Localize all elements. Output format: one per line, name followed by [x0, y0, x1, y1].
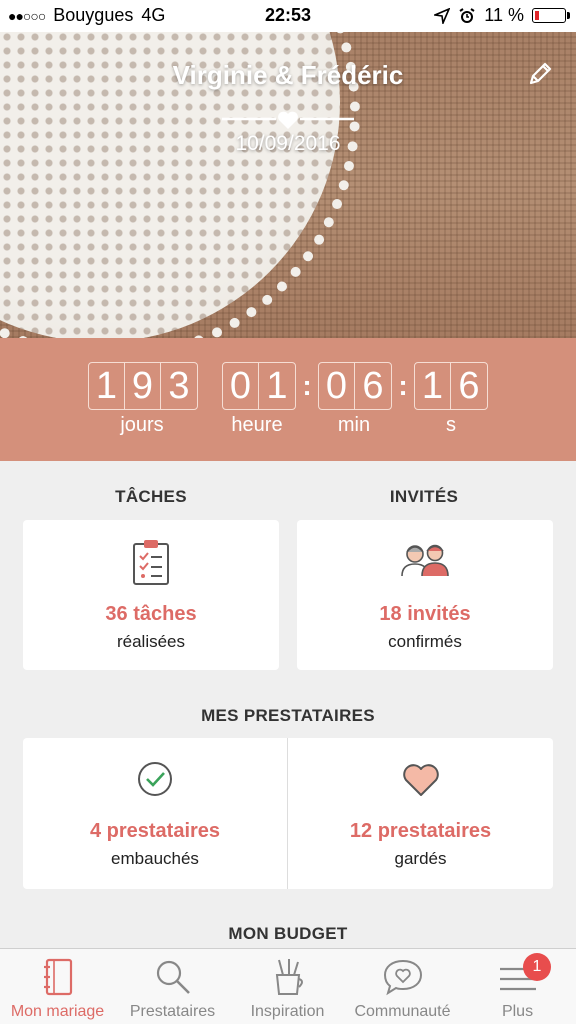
heart-icon: [402, 764, 439, 796]
digit: 6: [362, 364, 384, 407]
battery-percent: 11 %: [484, 5, 524, 25]
label-days: jours: [120, 414, 164, 436]
countdown-separator: :: [398, 370, 408, 401]
digit: 9: [125, 363, 161, 409]
guests-status: confirmés: [388, 632, 462, 651]
tab-prestataires[interactable]: Prestataires: [115, 949, 230, 1024]
location-icon: [434, 7, 451, 24]
vendors-saved-status: gardés: [394, 849, 447, 868]
couple-names: Virginie & Frédéric: [172, 60, 404, 90]
tab-label: Mon mariage: [10, 1003, 105, 1020]
tab-bar: Mon mariage Prestataires Inspiration Com…: [0, 948, 576, 1024]
guests-icon: [401, 544, 449, 577]
vendors-saved-count: 12 prestataires: [349, 820, 492, 842]
digit: 1: [89, 363, 125, 409]
digit: 1: [266, 364, 288, 407]
heart-divider-icon: [222, 111, 354, 129]
tasks-count: 36 tâches: [105, 603, 197, 625]
tab-mon-mariage[interactable]: Mon mariage: [0, 949, 115, 1024]
tab-label: Communauté: [354, 1003, 451, 1020]
notebook-icon: [43, 958, 72, 996]
digit: 3: [168, 364, 190, 407]
tab-label: Plus: [501, 1003, 534, 1020]
label-hours: heure: [231, 414, 283, 436]
countdown-panel: 1 9 3 0 1 : 0 6 : 1 6 jours heure min s: [0, 338, 576, 461]
chat-heart-icon: [383, 959, 422, 996]
digit: 1: [415, 363, 451, 409]
hero-banner: Virginie & Frédéric 10/09/2016: [0, 32, 576, 338]
guests-card[interactable]: 18 invités confirmés: [297, 520, 553, 670]
vendors-title: MES PRESTATAIRES: [201, 706, 375, 725]
countdown-separator: :: [302, 370, 312, 401]
tab-label: Prestataires: [129, 1003, 216, 1020]
tab-label: Inspiration: [250, 1003, 325, 1020]
vendors-hired-status: embauchés: [111, 849, 199, 868]
vendors-card: 4 prestataires embauchés 12 prestataires…: [23, 738, 553, 889]
countdown-days: 1 9 3: [88, 362, 198, 410]
digit: 0: [223, 363, 259, 409]
clipboard-icon: [133, 540, 169, 585]
label-minutes: min: [337, 414, 371, 436]
countdown-seconds: 1 6: [414, 362, 488, 410]
tab-communaute[interactable]: Communauté: [345, 949, 460, 1024]
vendors-hired[interactable]: 4 prestataires embauchés: [23, 738, 287, 889]
countdown-minutes: 0 6: [318, 362, 392, 410]
notification-badge: 1: [523, 953, 551, 981]
budget-title: MON BUDGET: [228, 924, 348, 943]
vendors-hired-count: 4 prestataires: [89, 820, 221, 842]
tasks-status: réalisées: [116, 632, 186, 651]
label-seconds: s: [446, 414, 456, 436]
guests-count: 18 invités: [379, 603, 471, 625]
tab-inspiration[interactable]: Inspiration: [230, 949, 345, 1024]
vendors-saved[interactable]: 12 prestataires gardés: [288, 738, 553, 889]
check-circle-icon: [138, 762, 172, 796]
brushes-icon: [275, 959, 303, 995]
pencil-icon[interactable]: [526, 60, 554, 88]
digit: 0: [319, 363, 355, 409]
digit: 6: [458, 364, 480, 407]
alarm-icon: [459, 7, 475, 23]
tab-plus[interactable]: 1 Plus: [460, 949, 575, 1024]
search-icon: [156, 960, 190, 994]
status-bar: ●●○○○ Bouygues 4G 22:53 11 %: [0, 0, 576, 32]
wedding-date: 10/09/2016: [235, 132, 341, 155]
countdown-hours: 0 1: [222, 362, 296, 410]
guests-title: INVITÉS: [389, 487, 459, 506]
battery-icon: [532, 8, 570, 23]
tasks-card[interactable]: 36 tâches réalisées: [23, 520, 279, 670]
